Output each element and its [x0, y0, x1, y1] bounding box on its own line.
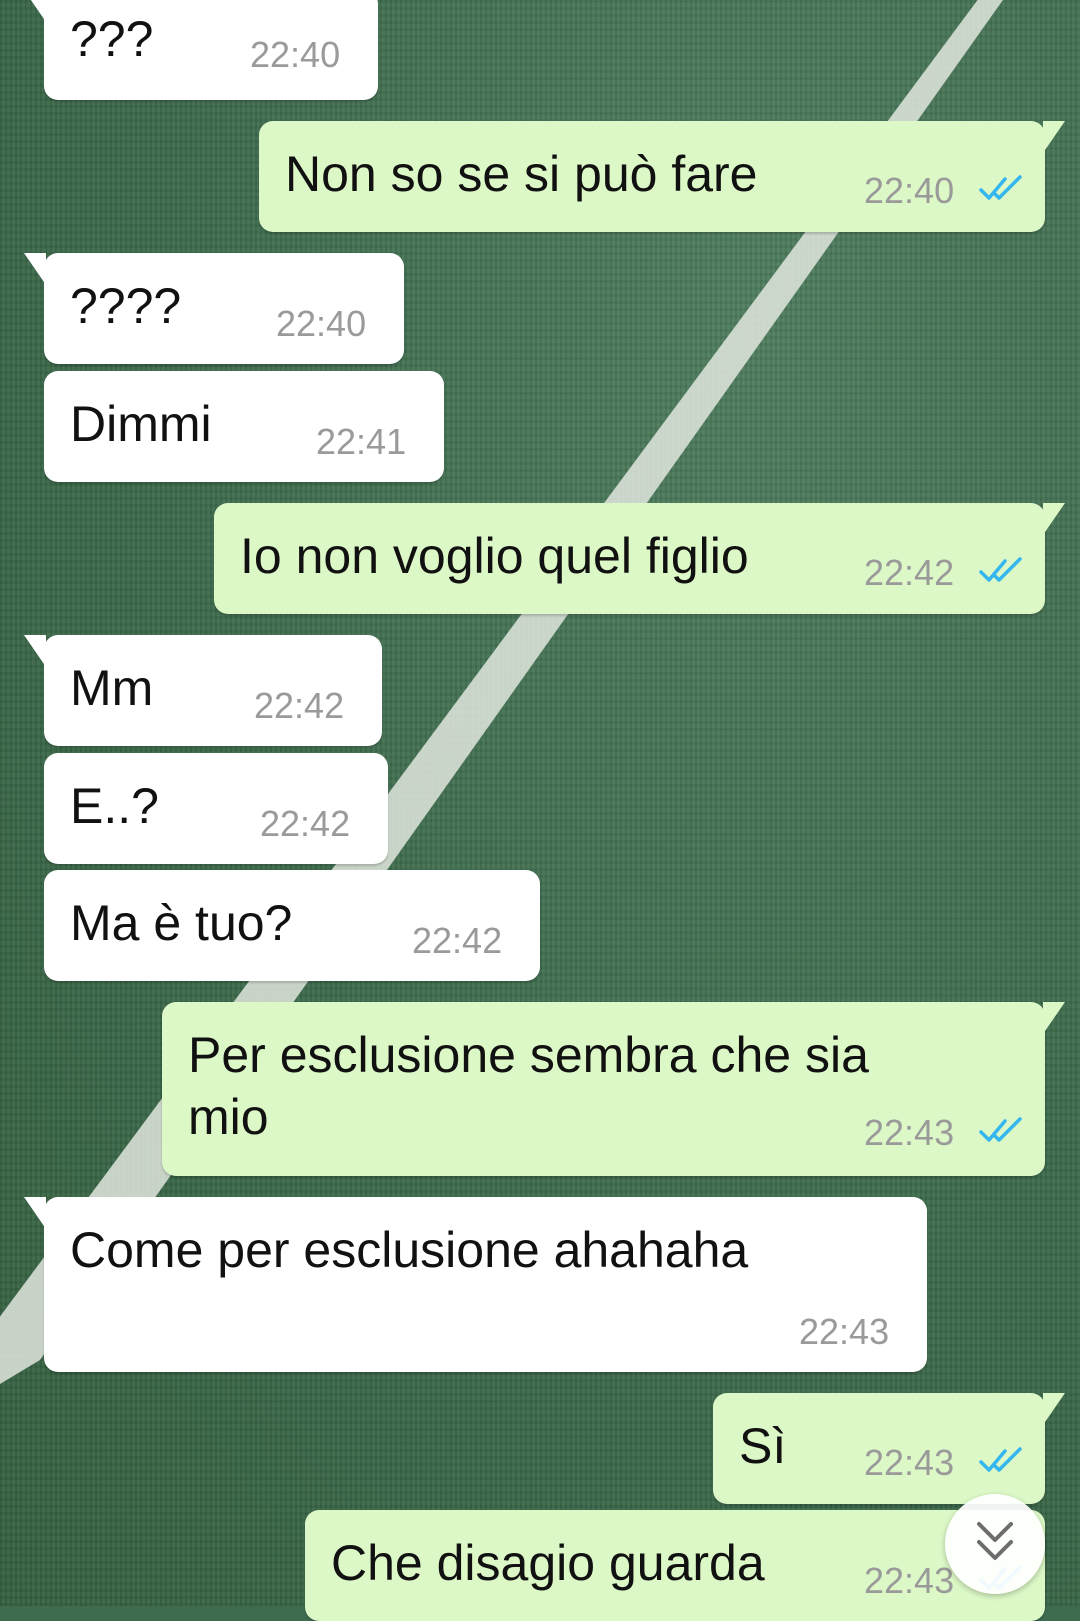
message-text: Che disagio guarda [331, 1535, 765, 1591]
message-time: 22:40 [864, 170, 955, 211]
message-outgoing[interactable]: Per esclusione sembra che sia mio 22:43 [162, 1002, 1065, 1176]
message-text: Io non voglio quel figlio [240, 528, 749, 584]
double-check-icon [979, 1117, 1022, 1142]
message-incoming[interactable]: ???? 22:40 [24, 253, 404, 364]
message-text: Come per esclusione ahahaha [70, 1222, 749, 1278]
double-check-icon [979, 557, 1022, 582]
message-text: Per esclusione sembra che sia mio [188, 1027, 869, 1145]
message-text: Ma è tuo? [70, 895, 293, 951]
message-time: 22:40 [276, 303, 367, 344]
message-outgoing[interactable]: Che disagio guarda 22:43 [305, 1510, 1045, 1621]
message-time: 22:43 [864, 1442, 955, 1483]
message-incoming[interactable]: Come per esclusione ahahaha 22:43 [24, 1197, 927, 1372]
chevron-double-down-icon [977, 1522, 1013, 1560]
message-outgoing[interactable]: Io non voglio quel figlio 22:42 [214, 503, 1065, 614]
message-time: 22:43 [864, 1560, 955, 1601]
message-text: Dimmi [70, 396, 212, 452]
message-text: Non so se si può fare [285, 146, 758, 202]
message-outgoing[interactable]: Sì 22:43 [713, 1393, 1065, 1504]
message-time: 22:43 [864, 1112, 955, 1153]
message-time: 22:43 [799, 1311, 890, 1352]
double-check-icon [979, 1447, 1022, 1472]
message-text: E..? [70, 778, 159, 834]
message-time: 22:42 [864, 552, 955, 593]
message-incoming[interactable]: E..? 22:42 [44, 753, 388, 864]
message-text: ??? [70, 11, 154, 67]
message-time: 22:42 [254, 685, 345, 726]
message-text: ???? [70, 278, 182, 334]
message-incoming[interactable]: Dimmi 22:41 [44, 371, 444, 482]
message-incoming[interactable]: ??? 22:40 [24, 0, 378, 100]
scroll-to-bottom-button[interactable] [945, 1494, 1045, 1594]
message-text: Sì [739, 1418, 787, 1474]
message-incoming[interactable]: Mm 22:42 [24, 635, 382, 746]
message-time: 22:42 [260, 803, 351, 844]
message-text: Mm [70, 660, 154, 716]
message-time: 22:42 [412, 920, 503, 961]
message-time: 22:40 [250, 34, 341, 75]
message-time: 22:41 [316, 421, 407, 462]
double-check-icon [979, 175, 1022, 200]
message-incoming[interactable]: Ma è tuo? 22:42 [44, 870, 540, 981]
message-outgoing[interactable]: Non so se si può fare 22:40 [259, 121, 1065, 232]
